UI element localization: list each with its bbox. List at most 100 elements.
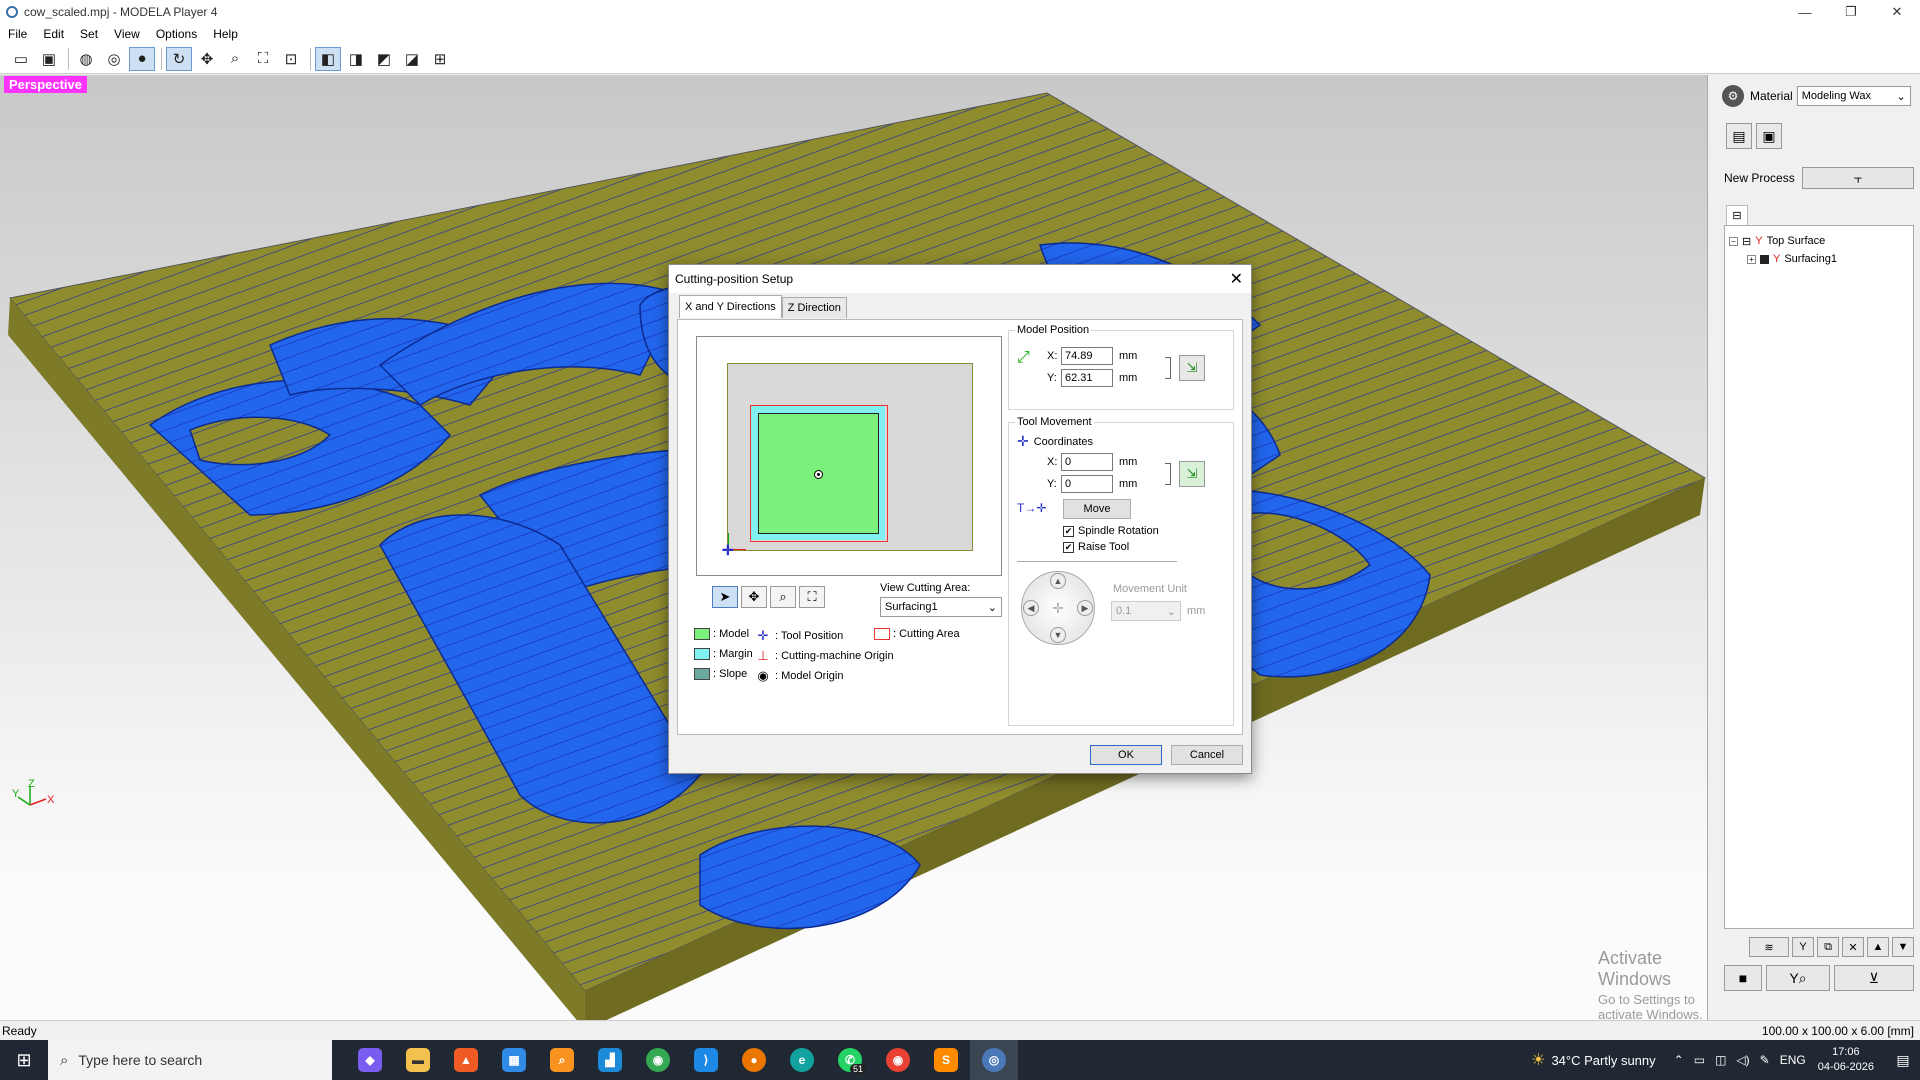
preview-tools: ➤ ✥ ⌕ ⛶ [712,586,825,608]
checkbox-check-icon: ✔ [1063,541,1074,553]
move-down-icon[interactable]: ▼ [1892,937,1914,957]
select-tool-icon[interactable]: ➤ [712,586,738,608]
cancel-button[interactable]: Cancel [1171,745,1243,765]
move-to-origin-icon[interactable]: ⇲ [1179,355,1205,381]
view-front-icon[interactable]: ◨ [343,47,369,71]
edge-icon[interactable]: e [778,1040,826,1080]
tool-to-origin-icon[interactable]: ⇲ [1179,461,1205,487]
photos-icon[interactable]: ▟ [586,1040,634,1080]
new-process-button[interactable]: ⫟ [1802,167,1914,189]
tree-item-top-surface[interactable]: − ⊟ Y Top Surface [1729,232,1909,250]
dialog-close-icon[interactable]: ✕ [1230,269,1243,289]
file-explorer-icon[interactable]: ▬ [394,1040,442,1080]
pen-icon[interactable]: ✎ [1760,1053,1770,1067]
fit-icon[interactable]: ⛶ [250,47,276,71]
move-button[interactable]: Move [1063,499,1131,519]
wireframe-icon[interactable]: ◍ [73,47,99,71]
save-icon[interactable]: ▣ [36,47,62,71]
collapse-icon[interactable]: − [1729,236,1738,246]
model-x-input[interactable] [1061,347,1113,365]
tool-x-input[interactable] [1061,453,1113,471]
search-app-icon[interactable]: ⌕ [538,1040,586,1080]
path-view-icon[interactable]: ≋ [1749,937,1789,957]
pan-icon[interactable]: ✥ [194,47,220,71]
material-select[interactable]: Modeling Wax ⌄ [1796,86,1911,106]
menu-set[interactable]: Set [72,27,106,41]
tool-movement-group: Tool Movement ✛ Coordinates X: mm Y: mm … [1008,416,1234,726]
tool-y-input[interactable] [1061,475,1113,493]
delete-icon[interactable]: ✕ [1842,937,1864,957]
move-up-icon[interactable]: ▲ [1867,937,1889,957]
movement-dpad: ▲ ▼ ◀ ▶ ✛ [1021,571,1095,645]
move-left-icon[interactable]: ◀ [1023,600,1039,616]
process-list-icon[interactable]: ▤ [1726,123,1752,149]
network-icon[interactable]: ◫ [1715,1053,1726,1067]
cut-output-icon[interactable]: ⊻ [1834,965,1914,991]
tree-actions: ≋ Y ⧉ ✕ ▲ ▼ [1724,937,1914,959]
menu-options[interactable]: Options [148,27,205,41]
spindle-rotation-checkbox[interactable]: ✔ Spindle Rotation [1063,525,1159,537]
minimize-button[interactable]: — [1782,0,1828,24]
preview-cutting-icon[interactable]: Y⌕ [1766,965,1830,991]
maximize-button[interactable]: ❐ [1828,0,1874,24]
ok-button[interactable]: OK [1090,745,1162,765]
volume-icon[interactable]: ◁) [1736,1053,1749,1067]
blender-icon[interactable]: ● [730,1040,778,1080]
coordinates-label: Coordinates [1033,435,1094,448]
globe-icon[interactable]: ◎ [101,47,127,71]
tree-tab-icon[interactable]: ⊟ [1726,205,1748,225]
move-right-icon[interactable]: ▶ [1077,600,1093,616]
view-iso-icon[interactable]: ◧ [315,46,341,71]
stop-icon[interactable]: ■ [1724,965,1762,991]
zoom-tool-icon[interactable]: ⌕ [770,586,796,608]
menu-edit[interactable]: Edit [35,27,72,41]
legend-slope: : Slope [694,668,747,680]
chrome-icon[interactable]: ◉ [634,1040,682,1080]
sublime-icon[interactable]: S [922,1040,970,1080]
move-up-icon[interactable]: ▲ [1050,573,1066,589]
cut-preview-icon[interactable]: ▣ [1756,123,1782,149]
view-multi-icon[interactable]: ⊞ [427,47,453,71]
filter-icon[interactable]: Y [1792,937,1814,957]
model-y-unit: mm [1119,372,1138,384]
cutting-area-preview[interactable]: ✛ [696,336,1002,576]
brave-icon[interactable]: ▲ [442,1040,490,1080]
expand-icon[interactable]: + [1747,254,1756,264]
copy-icon[interactable]: ⧉ [1817,937,1839,957]
clock[interactable]: 17:06 04-06-2026 [1818,1045,1874,1075]
chrome-icon[interactable]: ◉ [874,1040,922,1080]
tab-xy-directions[interactable]: X and Y Directions [679,295,782,318]
menu-help[interactable]: Help [205,27,246,41]
pan-tool-icon[interactable]: ✥ [741,586,767,608]
open-icon[interactable]: ▭ [8,47,34,71]
modela-player-icon[interactable]: ◎ [970,1040,1018,1080]
move-down-icon[interactable]: ▼ [1050,627,1066,643]
movement-unit-select: 0.1 ⌄ [1111,601,1181,621]
rotate-icon[interactable]: ↻ [166,46,192,71]
taskbar-search[interactable]: ⌕ Type here to search [48,1040,332,1080]
model-y-input[interactable] [1061,369,1113,387]
windows-start-icon[interactable]: ⊞ [0,1040,48,1080]
chevron-up-icon[interactable]: ⌃ [1674,1053,1684,1067]
meet-icon[interactable]: ▭ [1694,1053,1705,1067]
fit-tool-icon[interactable]: ⛶ [799,586,825,608]
whatsapp-icon[interactable]: ✆ 51 [826,1040,874,1080]
menu-file[interactable]: File [0,27,35,41]
notification-icon[interactable]: ▤ [1886,1052,1920,1069]
tree-item-surfacing1[interactable]: + Y Surfacing1 [1729,250,1909,268]
store-icon[interactable]: ▦ [490,1040,538,1080]
zoom-box-icon[interactable]: ⊡ [278,47,304,71]
view-top-icon[interactable]: ◪ [399,47,425,71]
vscode-icon[interactable]: ⟩ [682,1040,730,1080]
weather-widget[interactable]: ☀ 34°C Partly sunny [1531,1050,1656,1070]
zoom-icon[interactable]: ⌕ [222,47,248,71]
view-cutting-area-select[interactable]: Surfacing1 ⌄ [880,597,1002,617]
copilot-icon[interactable]: ◆ [346,1040,394,1080]
menu-view[interactable]: View [106,27,148,41]
raise-tool-checkbox[interactable]: ✔ Raise Tool [1063,541,1129,553]
language-indicator[interactable]: ENG [1780,1053,1806,1067]
view-side-icon[interactable]: ◩ [371,47,397,71]
tab-z-direction[interactable]: Z Direction [781,297,847,318]
shaded-icon[interactable]: ● [129,46,155,71]
close-button[interactable]: ✕ [1874,0,1920,24]
